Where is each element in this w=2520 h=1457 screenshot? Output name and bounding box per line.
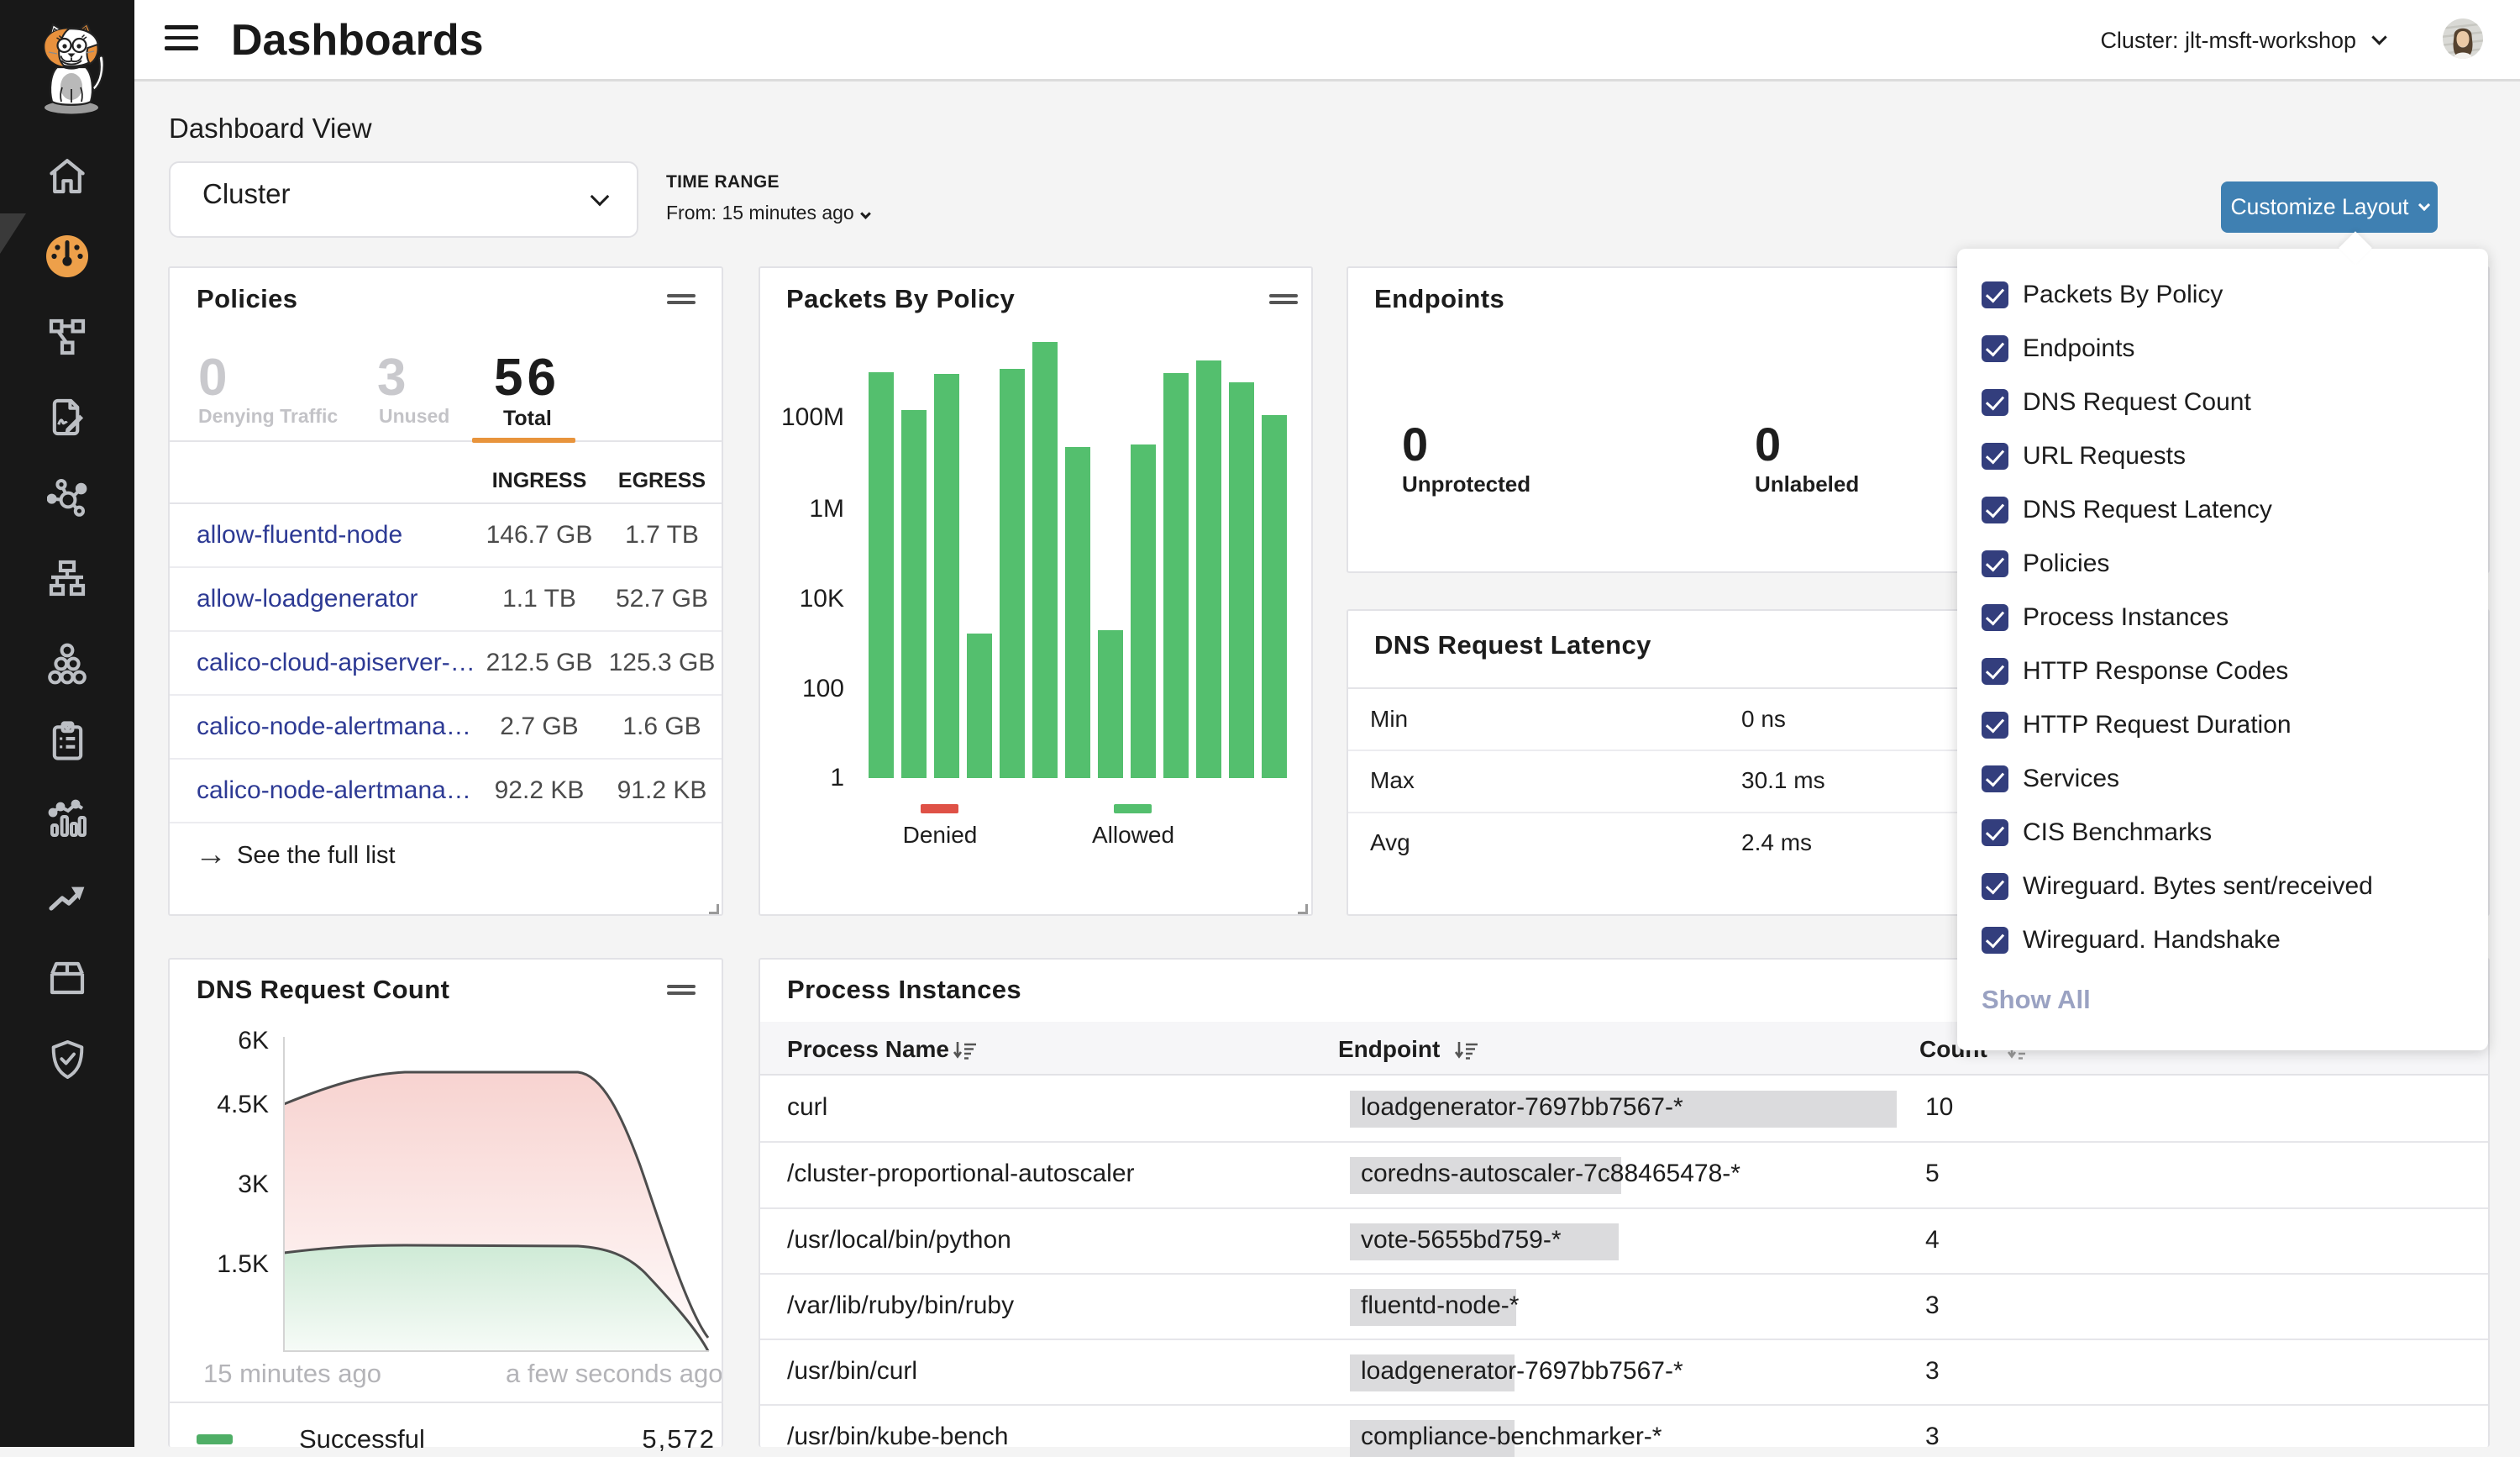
svg-text:100: 100	[802, 675, 844, 702]
svg-text:1: 1	[830, 764, 844, 792]
svg-text:15 minutes ago: 15 minutes ago	[203, 1359, 381, 1388]
svg-text:100M: 100M	[781, 403, 844, 431]
svg-text:a few seconds ago: a few seconds ago	[506, 1359, 722, 1388]
svg-text:Allowed: Allowed	[1092, 822, 1174, 848]
svg-text:6K: 6K	[238, 1027, 269, 1055]
svg-text:1.5K: 1.5K	[217, 1250, 269, 1278]
svg-text:4.5K: 4.5K	[217, 1091, 269, 1118]
svg-text:1M: 1M	[809, 495, 844, 523]
svg-text:10K: 10K	[800, 585, 844, 613]
svg-text:3K: 3K	[238, 1170, 269, 1198]
svg-text:Denied: Denied	[903, 822, 978, 848]
